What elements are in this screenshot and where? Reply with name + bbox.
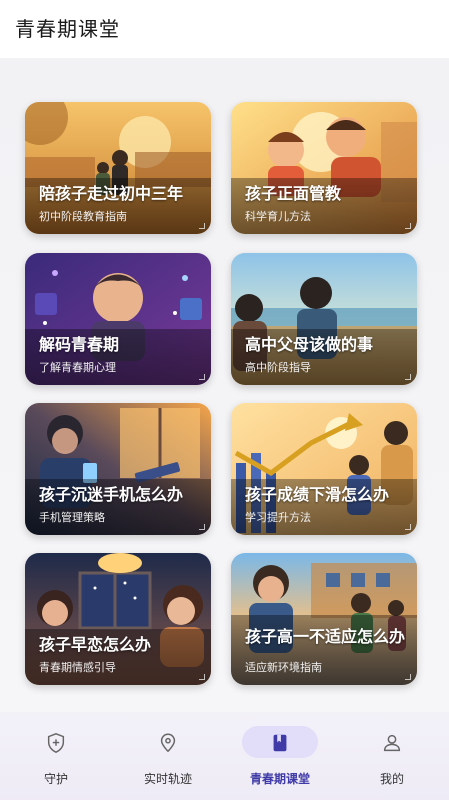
course-grid: 陪孩子走过初中三年 初中阶段教育指南 孩子正面管教 科学育儿方法 解码青春期 了…: [0, 58, 449, 712]
corner-arrow-icon: [405, 223, 411, 229]
tab-mine[interactable]: 我的: [336, 712, 448, 800]
course-card-subtitle: 适应新环境指南: [245, 661, 322, 674]
tab-label: 青春期课堂: [249, 772, 310, 786]
book-icon: [273, 734, 287, 752]
course-card-subtitle: 高中阶段指导: [245, 361, 311, 374]
course-card-title: 孩子早恋怎么办: [39, 635, 152, 654]
corner-arrow-icon: [405, 674, 411, 680]
course-card-title: 孩子正面管教: [245, 184, 342, 203]
location-pin-icon: [160, 733, 176, 753]
tab-label: 实时轨迹: [143, 772, 192, 786]
corner-arrow-icon: [199, 674, 205, 680]
corner-arrow-icon: [405, 374, 411, 380]
corner-arrow-icon: [199, 524, 205, 530]
course-card-subtitle: 科学育儿方法: [245, 210, 311, 223]
course-card-subtitle: 了解青春期心理: [39, 361, 116, 374]
course-card-subtitle: 学习提升方法: [245, 511, 311, 524]
corner-arrow-icon: [199, 223, 205, 229]
course-card-title: 孩子成绩下滑怎么办: [245, 485, 390, 504]
course-card-positive-discipline[interactable]: 孩子正面管教 科学育儿方法: [231, 102, 417, 234]
corner-arrow-icon: [405, 524, 411, 530]
corner-arrow-icon: [199, 374, 205, 380]
course-card-high-school-parents[interactable]: 高中父母该做的事 高中阶段指导: [231, 253, 417, 385]
course-card-subtitle: 初中阶段教育指南: [39, 210, 127, 223]
course-card-first-year-adjustment[interactable]: 孩子高一不适应怎么办 适应新环境指南: [231, 553, 417, 685]
course-card-junior-high[interactable]: 陪孩子走过初中三年 初中阶段教育指南: [25, 102, 211, 234]
course-card-subtitle: 青春期情感引导: [39, 661, 116, 674]
user-icon: [383, 734, 401, 752]
tab-puberty-class[interactable]: 青春期课堂: [224, 712, 336, 800]
course-card-title: 高中父母该做的事: [245, 335, 374, 354]
course-card-title: 解码青春期: [39, 335, 120, 354]
course-card-grades-decline[interactable]: 孩子成绩下滑怎么办 学习提升方法: [231, 403, 417, 535]
shield-plus-icon: [47, 733, 65, 753]
tab-guard[interactable]: 守护: [0, 712, 112, 800]
course-card-puppy-love[interactable]: 孩子早恋怎么办 青春期情感引导: [25, 553, 211, 685]
course-card-subtitle: 手机管理策略: [39, 511, 105, 524]
course-card-title: 孩子高一不适应怎么办: [245, 627, 406, 646]
tab-realtime-track[interactable]: 实时轨迹: [112, 712, 224, 800]
tab-label: 我的: [379, 772, 404, 786]
tab-label: 守护: [43, 772, 68, 786]
course-card-decode-puberty[interactable]: 解码青春期 了解青春期心理: [25, 253, 211, 385]
course-card-title: 陪孩子走过初中三年: [39, 184, 184, 203]
bottom-tab-bar: 守护 实时轨迹 青春期课堂 我的: [0, 712, 449, 800]
page-title: 青春期课堂: [15, 17, 120, 41]
app-header: 青春期课堂: [0, 0, 449, 58]
course-card-title: 孩子沉迷手机怎么办: [39, 485, 184, 504]
course-card-phone-addiction[interactable]: 孩子沉迷手机怎么办 手机管理策略: [25, 403, 211, 535]
